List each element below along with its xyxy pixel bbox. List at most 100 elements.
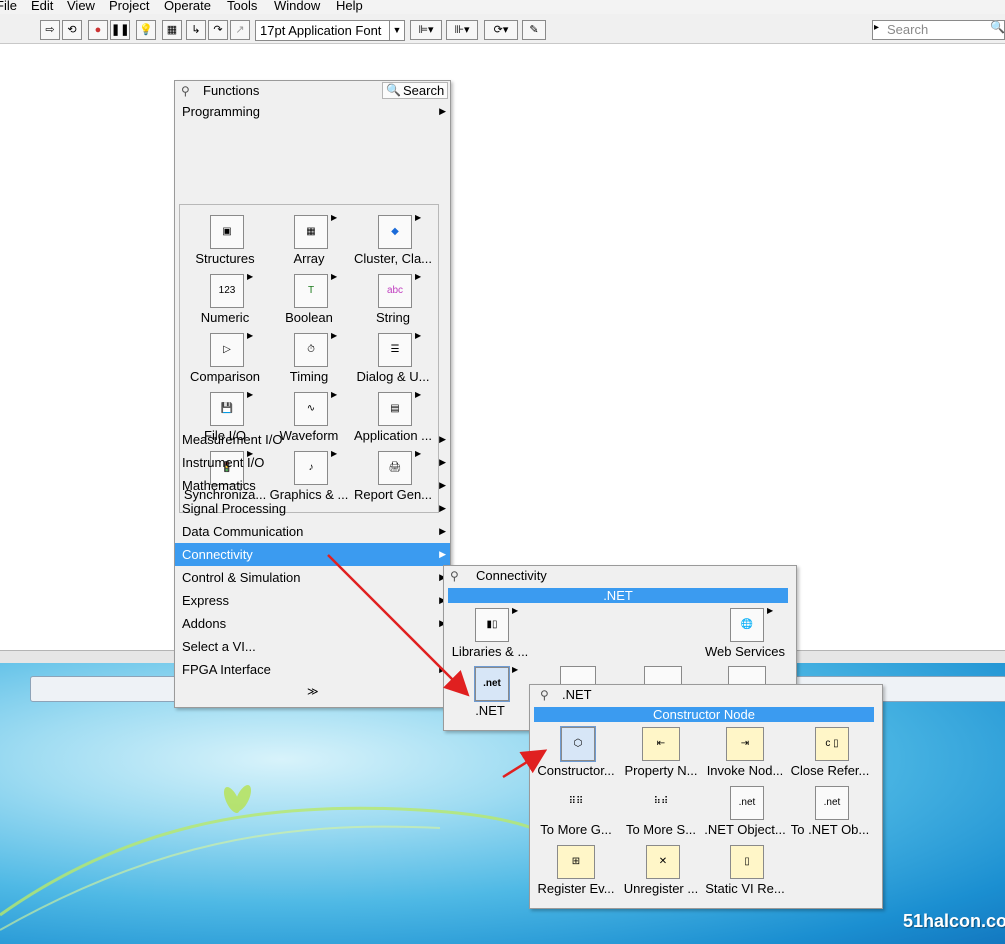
tile-label: To More G... bbox=[540, 822, 612, 837]
menu-view[interactable]: View bbox=[67, 0, 95, 13]
thumbtack-icon[interactable]: ⚲ bbox=[181, 84, 190, 98]
category-measurement-io[interactable]: Measurement I/O ▶ bbox=[175, 428, 450, 451]
menu-tools[interactable]: Tools bbox=[227, 0, 257, 13]
palette-tile-timing[interactable]: ⏱ ▶ Timing bbox=[266, 331, 352, 388]
step-out-icon[interactable]: ↗ bbox=[230, 20, 250, 40]
category-label: Addons bbox=[182, 616, 227, 631]
submenu-arrow-icon: ▶ bbox=[415, 213, 422, 222]
category-signal-processing[interactable]: Signal Processing ▶ bbox=[175, 497, 450, 520]
constructor-node-section-header: Constructor Node bbox=[534, 707, 874, 722]
palette-tile-dialog[interactable]: ☰ ▶ Dialog & U... bbox=[350, 331, 436, 388]
chevron-down-icon: ▼ bbox=[389, 21, 404, 40]
palette-tile-property-node[interactable]: ⇤ Property N... bbox=[618, 725, 704, 782]
tile-label: Unregister ... bbox=[623, 881, 699, 896]
palette-tile-array[interactable]: ▦ ▶ Array bbox=[266, 213, 352, 270]
tile-label: Register Ev... bbox=[537, 881, 615, 896]
tile-label: Structures bbox=[195, 251, 255, 266]
property-node-icon: ⇤ bbox=[642, 727, 680, 761]
expand-more-icon[interactable]: ≫ bbox=[307, 685, 319, 698]
menu-project[interactable]: Project bbox=[109, 0, 149, 13]
search-input[interactable]: Search bbox=[872, 20, 1005, 40]
palette-tile-numeric[interactable]: 123 ▶ Numeric bbox=[182, 272, 268, 329]
comparison-icon: ▷ bbox=[210, 333, 244, 367]
palette-tile-static-vi-reference[interactable]: ▯ Static VI Re... bbox=[702, 843, 788, 900]
palette-tile-web-services[interactable]: 🌐 ▶ Web Services bbox=[702, 606, 788, 663]
labview-block-diagram-window: File Edit View Project Operate Tools Win… bbox=[0, 0, 1005, 663]
category-connectivity[interactable]: Connectivity ▶ bbox=[175, 543, 450, 566]
dotnet-palette-title: .NET bbox=[562, 687, 592, 702]
menu-window[interactable]: Window bbox=[274, 0, 320, 13]
submenu-arrow-icon: ▶ bbox=[331, 213, 338, 222]
palette-tile-invoke-node[interactable]: ⇥ Invoke Nod... bbox=[702, 725, 788, 782]
category-fpga-interface[interactable]: FPGA Interface ▶ bbox=[175, 658, 450, 681]
category-label: Connectivity bbox=[182, 547, 253, 562]
palette-tile-unregister-event[interactable]: ✕ Unregister ... bbox=[618, 843, 704, 900]
category-label: Measurement I/O bbox=[182, 432, 283, 447]
tile-label: To .NET Ob... bbox=[790, 822, 870, 837]
to-more-specific-icon: ⠷⠾ bbox=[653, 796, 669, 807]
palette-tile-string[interactable]: abc ▶ String bbox=[350, 272, 436, 329]
submenu-arrow-icon: ▶ bbox=[439, 106, 446, 116]
category-programming[interactable]: Programming ▶ bbox=[175, 100, 450, 123]
magnifier-icon: 🔍 bbox=[386, 83, 401, 97]
palette-tile-dotnet[interactable]: .net ▶ .NET bbox=[447, 665, 533, 722]
dotnet-section-header: .NET bbox=[448, 588, 788, 603]
category-instrument-io[interactable]: Instrument I/O ▶ bbox=[175, 451, 450, 474]
palette-tile-boolean[interactable]: T ▶ Boolean bbox=[266, 272, 352, 329]
numeric-icon: 123 bbox=[210, 274, 244, 308]
libraries-icon: ▮▯ bbox=[475, 608, 509, 642]
palette-tile-constructor-node[interactable]: ⬡ Constructor... bbox=[533, 725, 619, 782]
tile-label: .NET bbox=[475, 703, 505, 718]
palette-tile-structures[interactable]: ▣ Structures bbox=[182, 213, 268, 270]
menu-edit[interactable]: Edit bbox=[31, 0, 53, 13]
palette-tile-register-event[interactable]: ⊞ Register Ev... bbox=[533, 843, 619, 900]
palette-tile-cluster[interactable]: ◆ ▶ Cluster, Cla... bbox=[350, 213, 436, 270]
waveform-icon: ∿ bbox=[294, 392, 328, 426]
submenu-arrow-icon: ▶ bbox=[439, 503, 446, 513]
web-services-icon: 🌐 bbox=[730, 608, 764, 642]
run-arrow-icon[interactable]: ⇨ bbox=[40, 20, 60, 40]
highlight-execution-icon[interactable]: 💡 bbox=[136, 20, 156, 40]
thumbtack-icon[interactable]: ⚲ bbox=[450, 569, 459, 583]
watermark: 51halcon.com bbox=[903, 911, 1005, 931]
palette-tile-to-dotnet-object[interactable]: .net To .NET Ob... bbox=[787, 784, 873, 841]
palette-tile-dotnet-object[interactable]: .net .NET Object... bbox=[702, 784, 788, 841]
palette-tile-close-reference[interactable]: c ▯ Close Refer... bbox=[787, 725, 873, 782]
palette-tile-libraries[interactable]: ▮▯ ▶ Libraries & ... bbox=[447, 606, 533, 663]
category-express[interactable]: Express ▶ bbox=[175, 589, 450, 612]
submenu-arrow-icon: ▶ bbox=[415, 331, 422, 340]
category-label: FPGA Interface bbox=[182, 662, 271, 677]
category-select-a-vi[interactable]: Select a VI... bbox=[175, 635, 450, 658]
palette-tile-comparison[interactable]: ▷ ▶ Comparison bbox=[182, 331, 268, 388]
dotnet-object-icon: .net bbox=[730, 786, 764, 820]
tile-label: Boolean bbox=[285, 310, 333, 325]
category-control-simulation[interactable]: Control & Simulation ▶ bbox=[175, 566, 450, 589]
category-label: Signal Processing bbox=[182, 501, 287, 516]
step-into-icon[interactable]: ↳ bbox=[186, 20, 206, 40]
category-mathematics[interactable]: Mathematics ▶ bbox=[175, 474, 450, 497]
category-data-communication[interactable]: Data Communication ▶ bbox=[175, 520, 450, 543]
menu-operate[interactable]: Operate bbox=[164, 0, 211, 13]
step-over-icon[interactable]: ↷ bbox=[208, 20, 228, 40]
palette-tile-to-more-specific[interactable]: ⠷⠾ To More S... bbox=[618, 784, 704, 841]
pause-icon[interactable]: ❚❚ bbox=[110, 20, 130, 40]
run-continuously-icon[interactable]: ⟲ bbox=[62, 20, 82, 40]
retain-wire-values-icon[interactable]: ▦ bbox=[162, 20, 182, 40]
abort-icon[interactable]: ● bbox=[88, 20, 108, 40]
font-selector[interactable]: 17pt Application Font ▼ bbox=[255, 20, 405, 41]
menu-help[interactable]: Help bbox=[336, 0, 363, 13]
category-label: Data Communication bbox=[182, 524, 304, 539]
palette-tile-to-more-generic[interactable]: ⠿⠿ To More G... bbox=[533, 784, 619, 841]
reorder-icon[interactable]: ⟳▾ bbox=[484, 20, 518, 40]
cleanup-diagram-icon[interactable]: ✎ bbox=[522, 20, 546, 40]
menu-file[interactable]: File bbox=[0, 0, 17, 13]
category-addons[interactable]: Addons ▶ bbox=[175, 612, 450, 635]
palette-search-button[interactable]: 🔍 Search bbox=[382, 82, 448, 99]
align-objects-icon[interactable]: ⊫▾ bbox=[410, 20, 442, 40]
array-icon: ▦ bbox=[294, 215, 328, 249]
tile-label: Property N... bbox=[624, 763, 698, 778]
submenu-arrow-icon: ▶ bbox=[439, 526, 446, 536]
thumbtack-icon[interactable]: ⚲ bbox=[540, 688, 549, 702]
distribute-objects-icon[interactable]: ⊪▾ bbox=[446, 20, 478, 40]
unregister-event-icon: ✕ bbox=[646, 845, 680, 879]
